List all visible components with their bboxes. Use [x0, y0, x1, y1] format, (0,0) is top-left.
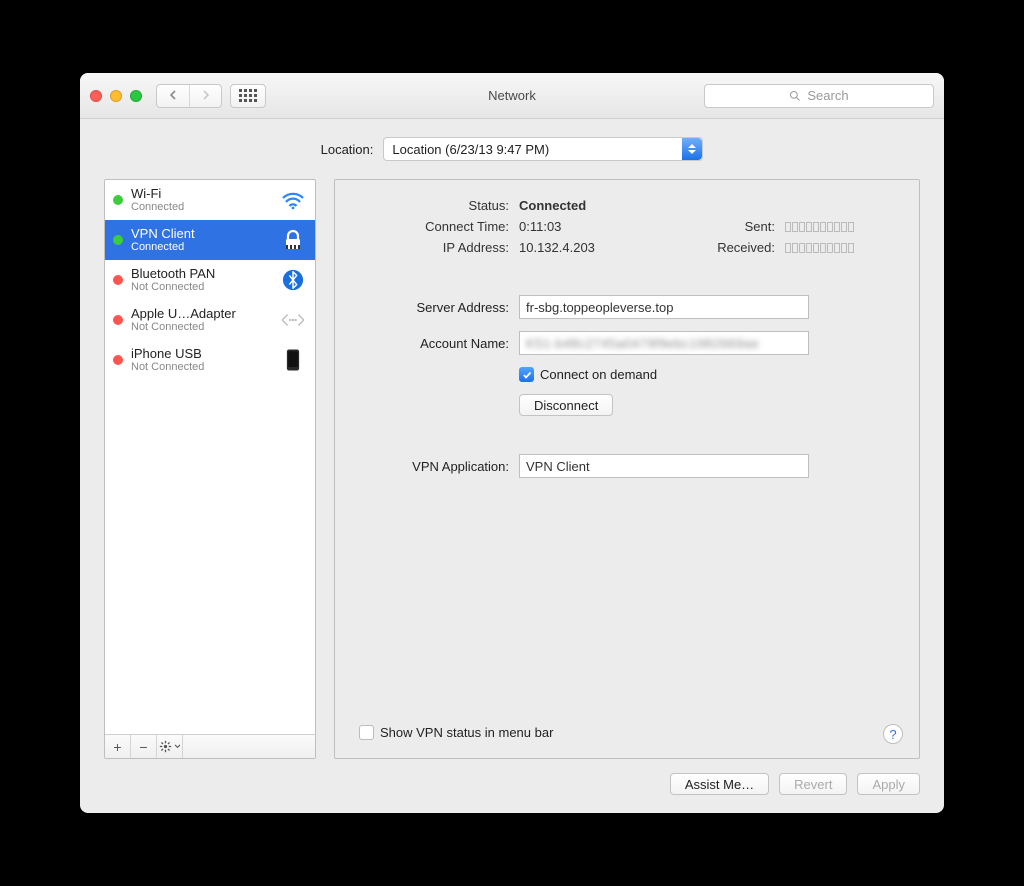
assist-me-button[interactable]: Assist Me… — [670, 773, 769, 795]
menubar-row: Show VPN status in menu bar — [359, 725, 895, 740]
close-button[interactable] — [90, 90, 102, 102]
nav-segmented — [156, 84, 222, 108]
apply-button[interactable]: Apply — [857, 773, 920, 795]
location-select[interactable]: Location (6/23/13 9:47 PM) — [383, 137, 703, 161]
connect-on-demand-checkbox[interactable] — [519, 367, 534, 382]
disconnect-button[interactable]: Disconnect — [519, 394, 613, 416]
vpn-application-field[interactable]: VPN Client — [519, 454, 809, 478]
service-vpn-client[interactable]: VPN Client Connected — [105, 220, 315, 260]
status-dot-icon — [113, 195, 123, 205]
sent-label: Sent: — [695, 219, 775, 234]
remove-service-button[interactable]: − — [131, 735, 157, 758]
service-wifi[interactable]: Wi-Fi Connected — [105, 180, 315, 220]
content-area: Location: Location (6/23/13 9:47 PM) Wi-… — [80, 119, 944, 813]
footer-buttons: Assist Me… Revert Apply — [104, 759, 920, 795]
detail-pane: Status: Connected Connect Time: 0:11:03 … — [334, 179, 920, 759]
service-status: Not Connected — [131, 321, 271, 333]
service-name: Bluetooth PAN — [131, 266, 271, 281]
service-status: Not Connected — [131, 361, 271, 373]
back-button[interactable] — [157, 85, 189, 107]
show-vpn-menubar-checkbox[interactable] — [359, 725, 374, 740]
ip-address-value: 10.132.4.203 — [519, 240, 685, 255]
service-iphone-usb[interactable]: iPhone USB Not Connected — [105, 340, 315, 380]
connect-time-value: 0:11:03 — [519, 219, 685, 234]
network-preferences-window: Network Search Location: Location (6/23/… — [80, 73, 944, 813]
add-service-button[interactable]: + — [105, 735, 131, 758]
gear-icon — [159, 740, 172, 753]
titlebar: Network Search — [80, 73, 944, 119]
search-input[interactable]: Search — [704, 84, 934, 108]
vpn-config-form: Server Address: fr-sbg.toppeopleverse.to… — [359, 295, 895, 416]
vpn-application-row: VPN Application: VPN Client — [359, 454, 895, 478]
service-status: Connected — [131, 241, 271, 253]
server-address-field[interactable]: fr-sbg.toppeopleverse.top — [519, 295, 809, 319]
service-status: Not Connected — [131, 281, 271, 293]
show-vpn-menubar-label: Show VPN status in menu bar — [380, 725, 553, 740]
service-name: Wi-Fi — [131, 186, 271, 201]
status-dot-icon — [113, 275, 123, 285]
service-name: VPN Client — [131, 226, 271, 241]
service-list: Wi-Fi Connected VPN Client Connected — [105, 180, 315, 734]
location-value: Location (6/23/13 9:47 PM) — [392, 142, 549, 157]
received-label: Received: — [695, 240, 775, 255]
sidebar-toolbar: + − — [105, 734, 315, 758]
server-address-label: Server Address: — [359, 300, 509, 315]
main-row: Wi-Fi Connected VPN Client Connected — [104, 179, 920, 759]
help-button[interactable]: ? — [883, 724, 903, 744]
service-name: Apple U…Adapter — [131, 306, 271, 321]
location-label: Location: — [321, 142, 374, 157]
wifi-icon — [279, 188, 307, 212]
status-dot-icon — [113, 315, 123, 325]
iphone-icon — [279, 348, 307, 372]
search-icon — [789, 90, 801, 102]
service-status: Connected — [131, 201, 271, 213]
status-value: Connected — [519, 198, 685, 213]
bluetooth-icon — [279, 268, 307, 292]
connect-time-label: Connect Time: — [359, 219, 509, 234]
service-sidebar: Wi-Fi Connected VPN Client Connected — [104, 179, 316, 759]
grid-icon — [239, 89, 257, 102]
status-label: Status: — [359, 198, 509, 213]
revert-button[interactable]: Revert — [779, 773, 847, 795]
account-name-label: Account Name: — [359, 336, 509, 351]
service-name: iPhone USB — [131, 346, 271, 361]
lock-icon — [279, 228, 307, 252]
window-controls — [90, 90, 142, 102]
chevron-updown-icon — [682, 138, 702, 160]
service-bluetooth-pan[interactable]: Bluetooth PAN Not Connected — [105, 260, 315, 300]
show-all-button[interactable] — [230, 84, 266, 108]
service-actions-menu[interactable] — [157, 735, 183, 758]
status-dot-icon — [113, 235, 123, 245]
search-placeholder: Search — [807, 88, 848, 103]
received-meter — [785, 243, 895, 253]
chevron-down-icon — [174, 744, 181, 749]
zoom-button[interactable] — [130, 90, 142, 102]
status-dot-icon — [113, 355, 123, 365]
checkmark-icon — [522, 370, 532, 380]
vpn-application-label: VPN Application: — [359, 459, 509, 474]
ip-address-label: IP Address: — [359, 240, 509, 255]
location-row: Location: Location (6/23/13 9:47 PM) — [104, 137, 920, 161]
account-name-field[interactable]: K51-b48c2745a0479f9ebc1982669ae — [519, 331, 809, 355]
service-usb-ethernet-adapter[interactable]: Apple U…Adapter Not Connected — [105, 300, 315, 340]
status-grid: Status: Connected Connect Time: 0:11:03 … — [359, 198, 895, 255]
ethernet-icon — [279, 308, 307, 332]
forward-button[interactable] — [189, 85, 221, 107]
sent-meter — [785, 222, 895, 232]
minimize-button[interactable] — [110, 90, 122, 102]
connect-on-demand-label: Connect on demand — [540, 367, 657, 382]
